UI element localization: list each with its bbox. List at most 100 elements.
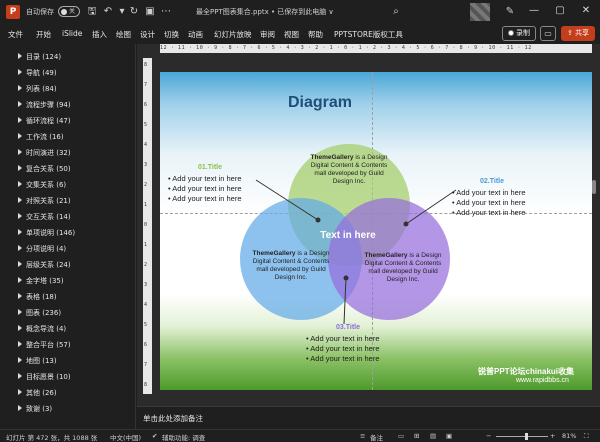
sidebar-item-chart[interactable]: 图表 (236) xyxy=(18,308,61,320)
sidebar-item-concept[interactable]: 概念导流 (4) xyxy=(18,324,66,336)
tab-draw[interactable]: 绘图 xyxy=(116,29,131,40)
tab-transitions[interactable]: 切换 xyxy=(164,29,179,40)
sidebar-item-table[interactable]: 表格 (18) xyxy=(18,292,57,304)
bullet-item: • Add your text in here xyxy=(168,174,242,183)
sidebar-item-timeline[interactable]: 时间演进 (32) xyxy=(18,148,71,160)
share-button[interactable]: ⇪ 共享 xyxy=(561,26,595,41)
search-icon[interactable]: ⌕ xyxy=(390,6,402,18)
record-button[interactable]: 录制 xyxy=(502,26,536,41)
accessibility-status[interactable]: 辅助功能: 调查 xyxy=(162,432,205,442)
sidebar-item-thanks[interactable]: 致谢 (3) xyxy=(18,404,52,416)
autosave-toggle[interactable]: 关 xyxy=(58,6,80,17)
zoom-out-icon[interactable]: − xyxy=(486,432,491,440)
tab-animations[interactable]: 动画 xyxy=(188,29,203,40)
bullet-item: • Add your text in here xyxy=(306,354,380,363)
vertical-scrollbar-thumb[interactable] xyxy=(592,180,596,194)
horizontal-ruler: 12 · 11 · 10 · 9 · 8 · 7 · 6 · 5 · 4 · 3… xyxy=(160,44,592,53)
expand-arrow-icon xyxy=(18,357,22,363)
sidebar-item-hierarchy[interactable]: 层级关系 (24) xyxy=(18,260,71,272)
bullet-item: • Add your text in here xyxy=(168,194,242,203)
share-icon: ⇪ xyxy=(566,29,573,37)
tab-insert[interactable]: 插入 xyxy=(92,29,107,40)
sidebar-item-map[interactable]: 地图 (13) xyxy=(18,356,57,368)
sidebar-item-comparison[interactable]: 对照关系 (21) xyxy=(18,196,71,208)
section-title-3[interactable]: 03.Title xyxy=(336,324,360,331)
sidebar-item-nav[interactable]: 导航 (49) xyxy=(18,68,57,80)
document-title[interactable]: 最全PPT图表集合.pptx • 已保存到此电脑 ∨ xyxy=(196,7,334,17)
powerpoint-logo-icon: P xyxy=(6,5,20,19)
bullet-list-1[interactable]: • Add your text in here • Add your text … xyxy=(168,174,242,204)
sidebar-item-list[interactable]: 列表 (84) xyxy=(18,84,57,96)
accessibility-icon[interactable]: ✔ xyxy=(152,432,157,440)
slideshow-icon[interactable]: ▣ xyxy=(144,6,156,18)
section-title-1[interactable]: 01.Title xyxy=(198,164,222,171)
bullet-list-3[interactable]: • Add your text in here • Add your text … xyxy=(306,334,380,364)
tab-help[interactable]: 帮助 xyxy=(308,29,323,40)
bullet-list-2[interactable]: • Add your text in here • Add your text … xyxy=(452,188,526,218)
sidebar-item-intersection[interactable]: 交集关系 (6) xyxy=(18,180,66,192)
connector-line-1 xyxy=(255,179,319,221)
comment-icon: ▭ xyxy=(544,29,552,38)
expand-arrow-icon xyxy=(18,165,22,171)
undo-dropdown-icon[interactable]: ▾ xyxy=(116,6,128,18)
notes-icon[interactable]: ≡ xyxy=(360,432,365,440)
pen-icon[interactable]: ✎ xyxy=(504,6,516,18)
comments-button[interactable]: ▭ xyxy=(540,26,556,41)
zoom-in-icon[interactable]: + xyxy=(550,432,555,440)
customize-toolbar-icon[interactable]: ⋯ xyxy=(160,6,172,18)
expand-arrow-icon xyxy=(18,149,22,155)
slide-canvas[interactable]: Diagram ThemeGallery is a Design Digital… xyxy=(160,72,592,390)
sidebar-item-itemized[interactable]: 分项说明 (4) xyxy=(18,244,66,256)
title-bar: P 自动保存 关 🖫 ↶ ▾ ↻ ▣ ⋯ 最全PPT图表集合.pptx • 已保… xyxy=(0,0,600,24)
notes-pane[interactable]: 单击此处添加备注 xyxy=(137,406,600,429)
minimize-icon[interactable]: — xyxy=(526,4,542,18)
fit-slide-icon[interactable]: ⛶ xyxy=(584,432,589,441)
expand-arrow-icon xyxy=(18,85,22,91)
expand-arrow-icon xyxy=(18,101,22,107)
sidebar-item-toc[interactable]: 目录 (124) xyxy=(18,52,61,64)
sidebar-item-process-steps[interactable]: 流程步骤 (94) xyxy=(18,100,71,112)
sidebar-item-interaction[interactable]: 交互关系 (14) xyxy=(18,212,71,224)
slide-sorter-icon[interactable]: ⊞ xyxy=(414,432,419,440)
tab-review[interactable]: 审阅 xyxy=(260,29,275,40)
sidebar-item-workflow[interactable]: 工作流 (16) xyxy=(18,132,64,144)
user-avatar[interactable] xyxy=(470,3,490,21)
notes-placeholder: 单击此处添加备注 xyxy=(143,414,203,423)
undo-icon[interactable]: ↶ xyxy=(102,6,114,18)
tab-file[interactable]: 文件 xyxy=(8,29,23,40)
sidebar-item-single[interactable]: 单项说明 (146) xyxy=(18,228,75,240)
normal-view-icon[interactable]: ▭ xyxy=(398,432,404,440)
sidebar-item-pyramid[interactable]: 金字塔 (35) xyxy=(18,276,64,288)
tab-home[interactable]: 开始 xyxy=(36,29,51,40)
save-icon[interactable]: 🖫 xyxy=(86,6,98,18)
status-bar: 幻灯片 第 472 张，共 1088 张 中文(中国) ✔ 辅助功能: 调查 ≡… xyxy=(0,429,600,442)
sidebar-item-other[interactable]: 其他 (26) xyxy=(18,388,57,400)
zoom-slider-thumb[interactable] xyxy=(525,433,528,440)
section-title-2[interactable]: 02.Title xyxy=(480,178,504,185)
expand-arrow-icon xyxy=(18,53,22,59)
expand-arrow-icon xyxy=(18,309,22,315)
record-icon xyxy=(508,30,514,36)
slideshow-view-icon[interactable]: ▣ xyxy=(446,432,452,440)
language-indicator[interactable]: 中文(中国) xyxy=(110,432,141,442)
sidebar-item-vision[interactable]: 目标愿景 (10) xyxy=(18,372,71,384)
tab-design[interactable]: 设计 xyxy=(140,29,155,40)
sidebar-item-platform[interactable]: 整合平台 (57) xyxy=(18,340,71,352)
zoom-slider[interactable] xyxy=(496,436,548,437)
sidebar-item-cycle[interactable]: 循环流程 (47) xyxy=(18,116,71,128)
connector-dot-3 xyxy=(343,275,349,281)
tab-slideshow[interactable]: 幻灯片放映 xyxy=(214,29,252,40)
notes-toggle[interactable]: 备注 xyxy=(370,432,383,442)
reading-view-icon[interactable]: ▤ xyxy=(430,432,436,440)
connector-dot-1 xyxy=(315,217,321,223)
tab-pptstore[interactable]: PPTSTORE版权工具 xyxy=(334,29,403,40)
sidebar-item-compound[interactable]: 复合关系 (50) xyxy=(18,164,71,176)
zoom-level[interactable]: 81% xyxy=(562,432,576,440)
tab-view[interactable]: 视图 xyxy=(284,29,299,40)
connector-line-3 xyxy=(343,277,347,325)
redo-icon[interactable]: ↻ xyxy=(128,6,140,18)
share-label: 共享 xyxy=(575,29,590,37)
tab-islide[interactable]: iSlide xyxy=(62,29,82,38)
close-icon[interactable]: ✕ xyxy=(578,4,594,18)
maximize-icon[interactable]: ▢ xyxy=(552,4,568,18)
